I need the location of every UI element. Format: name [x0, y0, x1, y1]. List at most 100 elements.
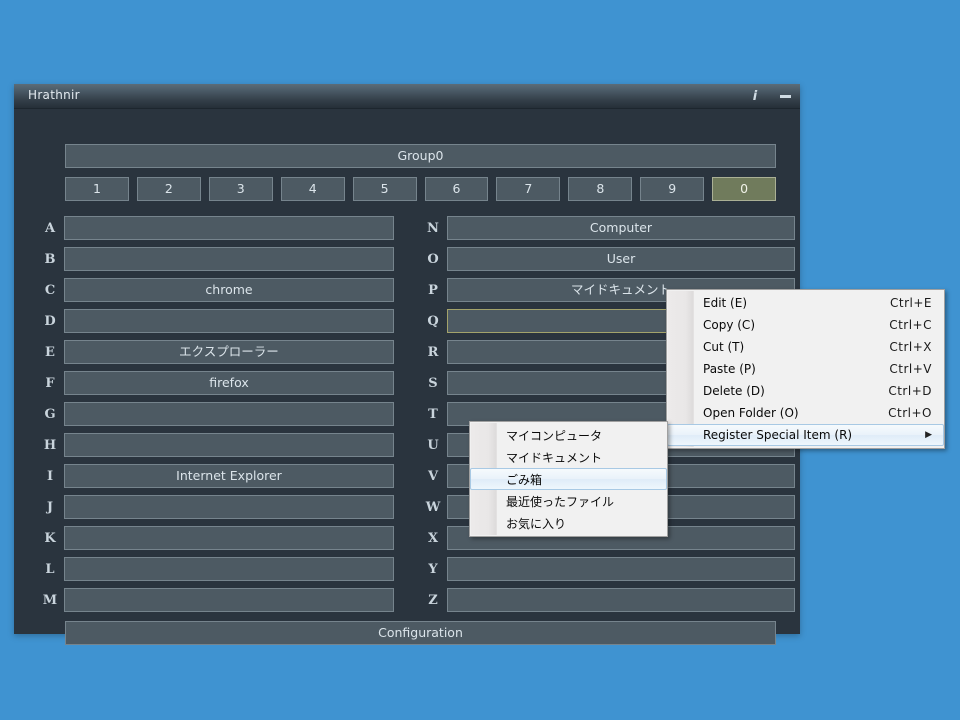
submenu-item-label: マイコンピュータ [506, 427, 655, 444]
slot-field-B[interactable] [64, 247, 394, 271]
submenu-item[interactable]: お気に入り [470, 512, 667, 534]
slot-key-B: B [36, 252, 64, 267]
group-button-2[interactable]: 2 [137, 177, 201, 201]
group-button-4[interactable]: 4 [281, 177, 345, 201]
slot-field-C[interactable]: chrome [64, 278, 394, 302]
group-button-3[interactable]: 3 [209, 177, 273, 201]
slot-key-A: A [36, 221, 64, 236]
slot-key-J: J [36, 500, 64, 515]
slot-field-D[interactable] [64, 309, 394, 333]
context-menu-item-shortcut: Ctrl+E [890, 296, 932, 310]
slot-field-I[interactable]: Internet Explorer [64, 464, 394, 488]
slot-key-P: P [419, 283, 447, 298]
submenu-item[interactable]: ごみ箱 [470, 468, 667, 490]
group-header-field[interactable]: Group0 [65, 144, 776, 168]
slot-key-T: T [419, 407, 447, 422]
slot-row: B [36, 247, 394, 271]
slot-row: A [36, 216, 394, 240]
context-menu-item[interactable]: Delete (D)Ctrl+D [667, 380, 944, 402]
slot-key-F: F [36, 376, 64, 391]
slot-row: Eエクスプローラー [36, 340, 394, 364]
context-menu-item[interactable]: Paste (P)Ctrl+V [667, 358, 944, 380]
slot-key-W: W [419, 500, 447, 515]
slot-key-K: K [36, 531, 64, 546]
slot-key-R: R [419, 345, 447, 360]
slot-key-Z: Z [419, 593, 447, 608]
group-button-8[interactable]: 8 [568, 177, 632, 201]
context-menu-item-label: Register Special Item (R) [703, 428, 915, 442]
context-menu-item-shortcut: Ctrl+X [889, 340, 932, 354]
slot-field-O[interactable]: User [447, 247, 795, 271]
context-submenu: マイコンピュータマイドキュメントごみ箱最近使ったファイルお気に入り [469, 421, 668, 537]
slot-row: Ffirefox [36, 371, 394, 395]
slot-field-N[interactable]: Computer [447, 216, 795, 240]
slot-key-C: C [36, 283, 64, 298]
context-menu-item[interactable]: Edit (E)Ctrl+E [667, 292, 944, 314]
slot-field-H[interactable] [64, 433, 394, 457]
window-title: Hrathnir [28, 88, 80, 102]
context-menu-item[interactable]: Cut (T)Ctrl+X [667, 336, 944, 358]
group-button-9[interactable]: 9 [640, 177, 704, 201]
slot-row: Cchrome [36, 278, 394, 302]
group-button-0[interactable]: 0 [712, 177, 776, 201]
slot-field-J[interactable] [64, 495, 394, 519]
submenu-item[interactable]: マイドキュメント [470, 446, 667, 468]
slot-row: G [36, 402, 394, 426]
slot-row: M [36, 588, 394, 612]
slot-row: Y [419, 557, 795, 581]
slot-field-A[interactable] [64, 216, 394, 240]
slot-key-M: M [36, 593, 64, 608]
submenu-item-label: 最近使ったファイル [506, 493, 655, 510]
title-bar[interactable]: Hrathnir i [14, 84, 800, 109]
context-menu-item-shortcut: Ctrl+D [888, 384, 932, 398]
context-menu-item-label: Copy (C) [703, 318, 889, 332]
slot-key-N: N [419, 221, 447, 236]
slot-field-M[interactable] [64, 588, 394, 612]
slot-field-F[interactable]: firefox [64, 371, 394, 395]
submenu-item[interactable]: 最近使ったファイル [470, 490, 667, 512]
context-menu-item[interactable]: Register Special Item (R) ▶ [667, 424, 944, 446]
slot-key-O: O [419, 252, 447, 267]
context-menu-item-label: Open Folder (O) [703, 406, 888, 420]
group-button-7[interactable]: 7 [496, 177, 560, 201]
slot-key-Q: Q [419, 314, 447, 329]
slot-field-Z[interactable] [447, 588, 795, 612]
context-menu-item-shortcut: Ctrl+V [889, 362, 932, 376]
slot-row: D [36, 309, 394, 333]
group-button-5[interactable]: 5 [353, 177, 417, 201]
group-button-6[interactable]: 6 [425, 177, 489, 201]
group-button-1[interactable]: 1 [65, 177, 129, 201]
slot-field-G[interactable] [64, 402, 394, 426]
slot-field-K[interactable] [64, 526, 394, 550]
context-menu-item-label: Edit (E) [703, 296, 890, 310]
configuration-button[interactable]: Configuration [65, 621, 776, 645]
submenu-item[interactable]: マイコンピュータ [470, 424, 667, 446]
context-menu-item[interactable]: Copy (C)Ctrl+C [667, 314, 944, 336]
slot-row: NComputer [419, 216, 795, 240]
context-menu-item-shortcut: Ctrl+C [889, 318, 932, 332]
context-menu: Edit (E)Ctrl+ECopy (C)Ctrl+CCut (T)Ctrl+… [666, 289, 945, 449]
slot-key-H: H [36, 438, 64, 453]
slot-key-Y: Y [419, 562, 447, 577]
slot-key-U: U [419, 438, 447, 453]
slot-field-L[interactable] [64, 557, 394, 581]
slot-row: Z [419, 588, 795, 612]
slot-key-S: S [419, 376, 447, 391]
slot-field-E[interactable]: エクスプローラー [64, 340, 394, 364]
slot-row: K [36, 526, 394, 550]
submenu-item-label: マイドキュメント [506, 449, 655, 466]
slot-row: J [36, 495, 394, 519]
slot-field-Y[interactable] [447, 557, 795, 581]
chevron-right-icon: ▶ [925, 430, 932, 440]
info-icon[interactable]: i [742, 84, 768, 109]
context-menu-item[interactable]: Open Folder (O)Ctrl+O [667, 402, 944, 424]
slot-row: L [36, 557, 394, 581]
minimize-icon[interactable] [772, 84, 798, 109]
submenu-item-label: お気に入り [506, 515, 655, 532]
submenu-item-label: ごみ箱 [506, 471, 655, 488]
group-button-row: 1234567890 [65, 177, 776, 201]
slot-key-G: G [36, 407, 64, 422]
slot-row: IInternet Explorer [36, 464, 394, 488]
slot-key-X: X [419, 531, 447, 546]
slot-key-V: V [419, 469, 447, 484]
